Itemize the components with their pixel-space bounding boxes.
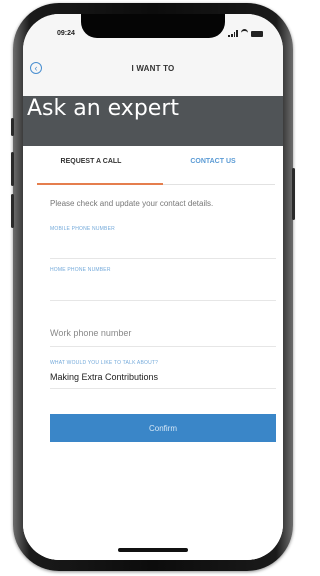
form-intro-text: Please check and update your contact det… bbox=[50, 199, 214, 208]
content-area bbox=[23, 146, 283, 560]
side-button bbox=[11, 118, 14, 136]
side-button bbox=[11, 194, 14, 228]
confirm-button[interactable]: Confirm bbox=[50, 414, 276, 442]
topic-underline bbox=[50, 388, 276, 389]
mobile-phone-input[interactable] bbox=[50, 238, 276, 252]
side-button bbox=[292, 168, 295, 220]
home-indicator[interactable] bbox=[118, 548, 188, 552]
home-phone-underline bbox=[50, 300, 276, 301]
wifi-icon bbox=[241, 29, 248, 37]
side-button bbox=[11, 152, 14, 186]
home-phone-label: HOME PHONE NUMBER bbox=[50, 267, 111, 273]
page-title: I WANT TO bbox=[131, 64, 175, 73]
topic-select[interactable]: Making Extra Contributions bbox=[50, 372, 158, 382]
work-phone-underline bbox=[50, 346, 276, 347]
tab-request-a-call[interactable]: REQUEST A CALL bbox=[37, 158, 145, 184]
home-phone-input[interactable] bbox=[50, 280, 276, 294]
notch bbox=[81, 14, 225, 38]
topic-label: WHAT WOULD YOU LIKE TO TALK ABOUT? bbox=[50, 360, 159, 366]
tab-contact-us[interactable]: CONTACT US bbox=[170, 158, 256, 184]
banner-title: Ask an expert bbox=[27, 96, 180, 121]
app-header bbox=[23, 56, 283, 96]
signal-icon bbox=[228, 30, 238, 37]
mobile-phone-label: MOBILE PHONE NUMBER bbox=[50, 226, 115, 232]
system-icons bbox=[228, 29, 263, 37]
mobile-phone-underline bbox=[50, 258, 276, 259]
status-time: 09:24 bbox=[57, 30, 75, 37]
battery-icon bbox=[251, 31, 263, 37]
active-tab-indicator bbox=[37, 183, 163, 185]
work-phone-input[interactable] bbox=[50, 326, 276, 340]
